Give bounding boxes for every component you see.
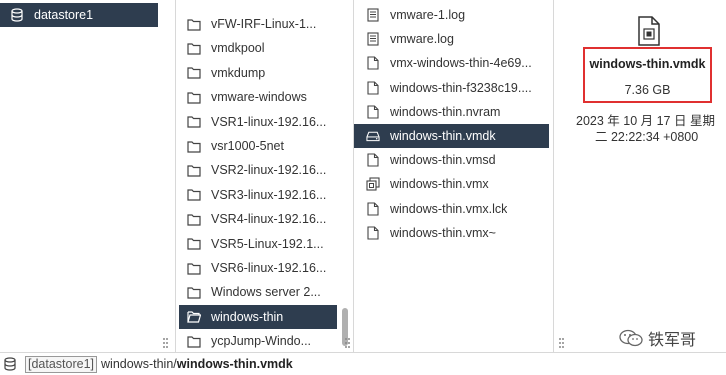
file-item-label: windows-thin.vmsd (390, 153, 496, 168)
file-item-label: windows-thin-f3238c19.... (390, 80, 532, 95)
watermark: 铁军哥 (618, 326, 696, 350)
folder-item[interactable]: Windows server 2... (179, 280, 337, 304)
folder-item[interactable]: vmdkpool (179, 36, 337, 60)
folder-item-label: vmdkpool (211, 41, 265, 56)
datastore-column (0, 0, 176, 352)
status-path-file: windows-thin.vmdk (176, 357, 293, 371)
folder-icon (187, 139, 201, 153)
folder-open-icon (187, 310, 201, 324)
datastore-icon (3, 357, 17, 371)
datastore-icon (10, 8, 24, 22)
file-item-label: vmware.log (390, 32, 454, 47)
file-item[interactable]: windows-thin.vmx (354, 172, 549, 196)
file-icon (366, 56, 380, 70)
folder-item-label: VSR5-Linux-192.1... (211, 236, 324, 251)
folder-item[interactable]: vmware-windows (179, 85, 337, 109)
file-item-label: windows-thin.vmx (390, 177, 489, 192)
folder-item[interactable]: vFW-IRF-Linux-1... (179, 12, 337, 36)
folder-icon (187, 261, 201, 275)
file-item[interactable]: vmware-1.log (354, 3, 549, 27)
file-item-label: windows-thin.vmx~ (390, 225, 496, 240)
file-item-label: windows-thin.vmx.lck (390, 201, 508, 216)
status-datastore-tag: [datastore1] (25, 355, 98, 373)
file-item[interactable]: vmx-windows-thin-4e69... (354, 51, 549, 75)
file-item[interactable]: windows-thin.vmx~ (354, 221, 549, 245)
folder-icon (187, 41, 201, 55)
folder-icon (187, 90, 201, 104)
file-item-label: windows-thin.nvram (390, 104, 501, 119)
folder-item-label: vsr1000-5net (211, 139, 284, 153)
column-resize-grip[interactable] (163, 338, 169, 348)
detail-file-name: windows-thin.vmdk (589, 57, 706, 71)
file-item-label: vmware-1.log (390, 8, 466, 22)
folder-icon (187, 212, 201, 226)
file-icon (366, 202, 380, 216)
folder-item-label: windows-thin (211, 309, 284, 324)
folder-item-label: VSR1-linux-192.16... (211, 114, 327, 129)
folder-item[interactable]: windows-thin (179, 304, 337, 329)
folder-item-label: VSR4-linux-192.16... (211, 212, 327, 227)
folder-item[interactable]: VSR3-linux-192.16... (179, 183, 337, 207)
folder-icon (187, 66, 201, 80)
folder-item-label: VSR6-linux-192.16... (211, 261, 327, 275)
folder-item-label: vmware-windows (211, 90, 307, 105)
folder-item[interactable]: vsr1000-5net (179, 134, 337, 158)
log-file-icon (366, 8, 380, 22)
watermark-text: 铁军哥 (648, 332, 697, 349)
folder-icon (187, 17, 201, 31)
file-item[interactable]: windows-thin.vmx.lck (354, 197, 549, 221)
file-item[interactable]: windows-thin.vmsd (354, 148, 549, 172)
folder-item-label: vFW-IRF-Linux-1... (211, 17, 317, 31)
file-item[interactable]: windows-thin.nvram (354, 100, 549, 124)
folder-item[interactable]: VSR5-Linux-192.1... (179, 232, 337, 256)
detail-file-size: 7.36 GB (624, 83, 671, 97)
folder-icon (187, 163, 201, 177)
folder-item[interactable]: VSR4-linux-192.16... (179, 207, 337, 231)
status-bar: [datastore1] windows-thin/ windows-thin.… (0, 352, 726, 375)
folder-item[interactable]: VSR6-linux-192.16... (179, 256, 337, 280)
folder-icon (187, 237, 201, 251)
folder-item[interactable]: ycpJump-Windo... (179, 329, 337, 353)
file-icon (366, 105, 380, 119)
folder-item-label: vmkdump (211, 65, 266, 80)
vmdk-file-icon (636, 16, 662, 46)
file-icon (366, 226, 380, 240)
folder-icon (187, 334, 201, 348)
folder-item[interactable]: vmkdump (179, 61, 337, 85)
file-icon (366, 81, 380, 95)
file-icon (366, 153, 380, 167)
datastore-item[interactable]: datastore1 (0, 3, 158, 27)
folder-item-label: VSR3-linux-192.16... (211, 187, 327, 202)
folder-item[interactable]: VSR2-linux-192.16... (179, 158, 337, 182)
folder-icon (187, 188, 201, 202)
column-resize-grip[interactable] (345, 338, 351, 348)
folder-item-label: VSR2-linux-192.16... (211, 163, 327, 178)
vm-file-icon (366, 177, 380, 191)
detail-modified-time: 二 22:22:34 +0800 (595, 130, 699, 144)
disk-icon (366, 129, 380, 143)
wechat-icon (618, 328, 644, 348)
folder-item-label: Windows server 2... (211, 285, 321, 300)
log-file-icon (366, 32, 380, 46)
datastore-label: datastore1 (34, 8, 94, 22)
folder-item[interactable]: VSR1-linux-192.16... (179, 110, 337, 134)
file-item[interactable]: vmware.log (354, 27, 549, 51)
folder-icon (187, 285, 201, 299)
file-item-label: vmx-windows-thin-4e69... (390, 56, 532, 71)
status-path-prefix: windows-thin/ (101, 357, 177, 371)
file-item[interactable]: windows-thin.vmdk (354, 124, 549, 148)
file-item-label: windows-thin.vmdk (390, 129, 496, 143)
file-item[interactable]: windows-thin-f3238c19.... (354, 76, 549, 100)
folder-icon (187, 115, 201, 129)
folder-item-label: ycpJump-Windo... (211, 334, 312, 349)
